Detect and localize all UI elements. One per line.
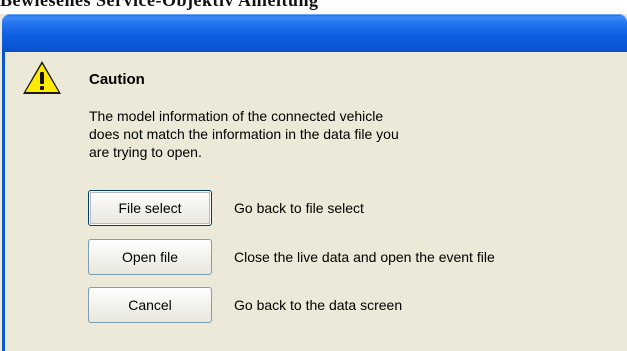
file-select-description: Go back to file select xyxy=(234,200,364,216)
screenshot: Bewiesenes Service-Objektiv Anleitung Ca… xyxy=(0,0,627,351)
message-line: does not match the information in the da… xyxy=(89,126,399,142)
open-file-description: Close the live data and open the event f… xyxy=(234,249,495,265)
open-file-button[interactable]: Open file xyxy=(88,239,212,275)
cancel-description: Go back to the data screen xyxy=(234,297,403,313)
message-line: are trying to open. xyxy=(89,144,202,160)
dialog-message: The model information of the connected v… xyxy=(89,107,519,161)
file-select-button[interactable]: File select xyxy=(88,190,212,226)
dialog-title-bar[interactable] xyxy=(2,14,627,52)
background-page-text: Bewiesenes Service-Objektiv Anleitung xyxy=(0,0,319,10)
warning-icon xyxy=(23,61,61,94)
message-line: The model information of the connected v… xyxy=(89,108,384,124)
cancel-button[interactable]: Cancel xyxy=(88,287,212,323)
background-page-strip: Bewiesenes Service-Objektiv Anleitung xyxy=(0,0,627,14)
dialog-caption: Caution xyxy=(89,71,145,88)
